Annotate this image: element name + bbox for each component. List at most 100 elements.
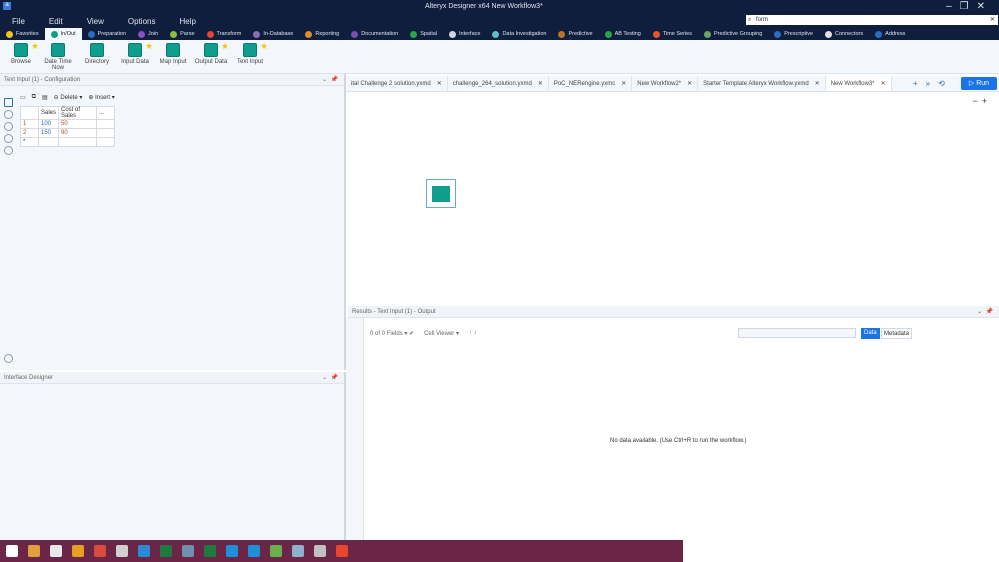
insert-button[interactable]: ⊕ Insert ▾ bbox=[88, 94, 114, 101]
fields-dropdown[interactable]: 0 of 0 Fields ▾ ✔ bbox=[370, 330, 414, 337]
settings-icon[interactable] bbox=[4, 98, 13, 107]
window-controls[interactable]: –❐✕ bbox=[946, 1, 993, 12]
workflow-tab[interactable]: challenge_264_solution.yxmd ✕ bbox=[448, 76, 549, 91]
category-tab[interactable]: Join bbox=[132, 28, 164, 40]
close-icon[interactable]: ✕ bbox=[977, 1, 993, 12]
cell-viewer-dropdown[interactable]: Cell Viewer ▾ bbox=[424, 330, 459, 337]
history-icon[interactable]: ⟲ bbox=[938, 79, 945, 88]
annotation-icon[interactable] bbox=[4, 122, 13, 131]
category-tab[interactable]: Prescriptive bbox=[768, 28, 819, 40]
category-tab[interactable]: Connectors bbox=[819, 28, 869, 40]
tool-button[interactable]: Directory bbox=[80, 43, 114, 65]
panel-controls[interactable]: ⌄ 📌 bbox=[322, 372, 338, 384]
taskbar-app-icon[interactable] bbox=[28, 545, 40, 557]
tool-button[interactable]: Date Time Now bbox=[41, 43, 75, 71]
copy-icon[interactable]: ⧉ bbox=[32, 94, 36, 101]
taskbar-app-icon[interactable] bbox=[160, 545, 172, 557]
workflow-tab[interactable]: New Workflow3* ✕ bbox=[825, 76, 892, 91]
taskbar-app-icon[interactable] bbox=[50, 545, 62, 557]
text-input-tool-node[interactable] bbox=[426, 179, 456, 208]
taskbar-app-icon[interactable] bbox=[94, 545, 106, 557]
more-tabs-icon[interactable]: » bbox=[926, 79, 930, 88]
close-tab-icon[interactable]: ✕ bbox=[538, 81, 543, 87]
taskbar-app-icon[interactable] bbox=[72, 545, 84, 557]
category-tab[interactable]: Data Investigation bbox=[486, 28, 552, 40]
data-toggle[interactable]: Data bbox=[861, 328, 880, 339]
search-input[interactable]: ⌕ form ✕ bbox=[746, 15, 998, 25]
close-tab-icon[interactable]: ✕ bbox=[437, 81, 442, 87]
delete-button[interactable]: ⊖ Delete ▾ bbox=[54, 94, 83, 101]
menu-help[interactable]: Help bbox=[175, 17, 199, 26]
help-icon[interactable] bbox=[4, 146, 13, 155]
metadata-toggle[interactable]: Metadata bbox=[881, 328, 913, 339]
zoom-out-icon[interactable]: − bbox=[972, 96, 977, 106]
open-icon[interactable]: ▭ bbox=[20, 94, 26, 101]
column-header[interactable]: Cost of Sales bbox=[58, 106, 98, 120]
favorite-star-icon[interactable]: ★ bbox=[260, 41, 268, 52]
tool-category-bar: Favorites In/Out Preparation Join Parse Trans… bbox=[0, 28, 999, 40]
taskbar-app-icon[interactable] bbox=[6, 545, 18, 557]
category-tab[interactable]: Time Series bbox=[647, 28, 698, 40]
text-input-grid[interactable]: Sales Cost of Sales... 1 100 50 2 150 90 * bbox=[20, 106, 116, 147]
add-tab-icon[interactable]: + bbox=[913, 79, 918, 88]
taskbar-app-icon[interactable] bbox=[204, 545, 216, 557]
category-tab[interactable]: Parse bbox=[164, 28, 200, 40]
category-tab[interactable]: AB Testing bbox=[599, 28, 647, 40]
zoom-in-icon[interactable]: + bbox=[982, 96, 987, 106]
category-tab[interactable]: Predictive Grouping bbox=[698, 28, 768, 40]
taskbar-app-icon[interactable] bbox=[138, 545, 150, 557]
minimize-icon[interactable]: – bbox=[946, 1, 960, 12]
run-button[interactable]: ▷ Run bbox=[961, 77, 997, 90]
close-tab-icon[interactable]: ✕ bbox=[815, 81, 820, 87]
tag-icon[interactable] bbox=[4, 134, 13, 143]
favorite-star-icon[interactable]: ★ bbox=[221, 41, 229, 52]
tool-icon bbox=[243, 43, 257, 57]
clear-search-icon[interactable]: ✕ bbox=[990, 15, 995, 25]
workflow-tab[interactable]: PoC_NERengine.yxmc ✕ bbox=[549, 76, 633, 91]
category-icon bbox=[305, 30, 313, 38]
panel-controls[interactable]: ⌄ 📌 bbox=[977, 306, 993, 318]
panel-controls[interactable]: ⌄ 📌 bbox=[322, 74, 338, 86]
category-tab[interactable]: Favorites bbox=[0, 28, 45, 40]
workflow-tab[interactable]: New Workflow2* ✕ bbox=[632, 76, 699, 91]
taskbar-app-icon[interactable] bbox=[314, 545, 326, 557]
menu-file[interactable]: File bbox=[8, 17, 29, 26]
category-tab[interactable]: Documentation bbox=[345, 28, 404, 40]
taskbar-app-icon[interactable] bbox=[292, 545, 304, 557]
close-tab-icon[interactable]: ✕ bbox=[687, 81, 692, 87]
menu-edit[interactable]: Edit bbox=[45, 17, 67, 26]
results-search-input[interactable] bbox=[738, 328, 856, 338]
taskbar-app-icon[interactable] bbox=[336, 545, 348, 557]
column-header[interactable]: ... bbox=[96, 106, 116, 120]
category-tab[interactable]: Preparation bbox=[82, 28, 132, 40]
taskbar-app-icon[interactable] bbox=[226, 545, 238, 557]
menu-options[interactable]: Options bbox=[124, 17, 160, 26]
menu-bar: File Edit View Options Help bbox=[8, 17, 200, 26]
taskbar-app-icon[interactable] bbox=[270, 545, 282, 557]
taskbar-app-icon[interactable] bbox=[248, 545, 260, 557]
category-tab[interactable]: In/Out bbox=[44, 28, 82, 40]
taskbar-app-icon[interactable] bbox=[182, 545, 194, 557]
close-tab-icon[interactable]: ✕ bbox=[621, 81, 626, 87]
menu-view[interactable]: View bbox=[83, 17, 108, 26]
close-tab-icon[interactable]: ✕ bbox=[881, 81, 886, 87]
check-icon[interactable] bbox=[4, 354, 13, 363]
taskbar-app-icon[interactable] bbox=[116, 545, 128, 557]
tool-button[interactable]: Map Input bbox=[156, 43, 190, 65]
paste-icon[interactable]: ▤ bbox=[42, 94, 48, 101]
category-tab[interactable]: Spatial bbox=[404, 28, 443, 40]
category-tab[interactable]: Address bbox=[869, 28, 911, 40]
workflow-tab[interactable]: ital Challenge 2 solution.yxmd ✕ bbox=[346, 76, 448, 91]
category-tab[interactable]: Reporting bbox=[299, 28, 345, 40]
restore-icon[interactable]: ❐ bbox=[960, 1, 977, 12]
xml-icon[interactable] bbox=[4, 110, 13, 119]
category-tab[interactable]: Interface bbox=[443, 28, 486, 40]
sort-arrows[interactable]: ↑ ↓ bbox=[469, 330, 477, 337]
favorite-star-icon[interactable]: ★ bbox=[145, 41, 153, 52]
category-tab[interactable]: Predictive bbox=[552, 28, 598, 40]
category-tab[interactable]: In-Database bbox=[247, 28, 299, 40]
column-header[interactable]: Sales bbox=[37, 106, 60, 120]
workflow-tab[interactable]: Starter Template Alteryx Workflow.yxmd ✕ bbox=[698, 76, 826, 91]
favorite-star-icon[interactable]: ★ bbox=[31, 41, 39, 52]
category-tab[interactable]: Transform bbox=[201, 28, 248, 40]
